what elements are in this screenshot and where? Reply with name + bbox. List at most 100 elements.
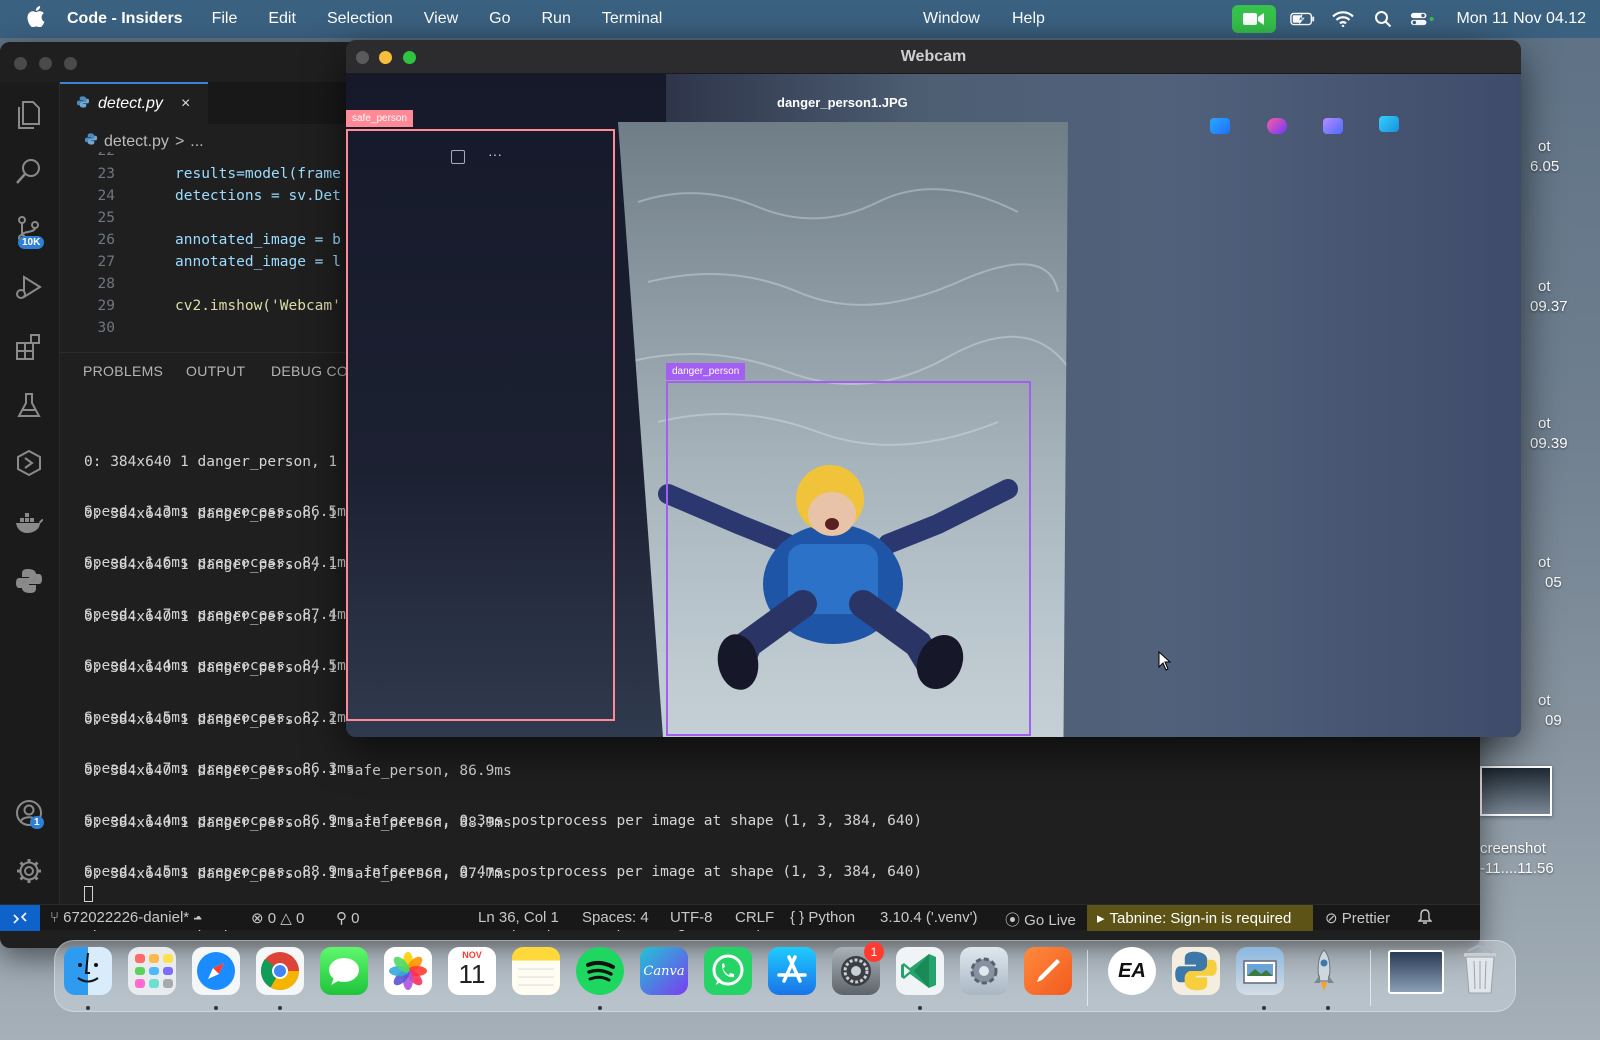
clock[interactable]: Mon 11 Nov 04.12 — [1456, 10, 1586, 28]
desktop-file-label[interactable]: ot — [1538, 278, 1551, 295]
ea-icon[interactable]: EA — [1108, 947, 1156, 995]
desktop-file-label[interactable]: 09 — [1545, 712, 1562, 729]
spotlight-search-icon[interactable] — [1370, 9, 1396, 29]
chrome-icon[interactable] — [256, 947, 304, 995]
ports-count[interactable]: ⚲ 0 — [336, 909, 360, 927]
line-number: 27 — [97, 254, 115, 270]
remote-explorer-icon[interactable] — [14, 448, 46, 480]
battery-icon[interactable] — [1290, 9, 1316, 29]
tab-detect-py[interactable]: detect.py × — [60, 82, 208, 124]
close-window-button[interactable] — [14, 57, 27, 70]
tab-problems[interactable]: PROBLEMS — [83, 363, 163, 379]
problems-count[interactable]: ⊗ 0 △ 0 — [251, 909, 304, 927]
desktop-file-label[interactable]: 6.05 — [1530, 158, 1559, 175]
line-number: 25 — [97, 210, 115, 226]
breadcrumb-file[interactable]: detect.py — [104, 133, 169, 151]
explorer-icon[interactable] — [14, 98, 46, 130]
close-tab-icon[interactable]: × — [181, 95, 190, 113]
breadcrumb-symbol[interactable]: ... — [190, 133, 203, 151]
desktop-file-label[interactable]: 09.37 — [1530, 298, 1568, 315]
canva-wordmark: Canva — [643, 963, 685, 979]
desktop-file-label[interactable]: -11....11.56 — [1480, 860, 1554, 877]
go-live-button[interactable]: ⦿ Go Live — [1005, 909, 1076, 930]
whatsapp-icon[interactable] — [704, 947, 752, 995]
line-number: 30 — [97, 320, 115, 336]
photo-filename: danger_person1.JPG — [777, 95, 908, 110]
prettier-label: Prettier — [1341, 910, 1391, 927]
remote-indicator-icon[interactable] — [0, 905, 40, 931]
menu-terminal[interactable]: Terminal — [602, 10, 662, 28]
search-icon[interactable] — [14, 156, 46, 188]
calendar-icon[interactable]: NOV 11 — [448, 947, 496, 995]
desktop-file-label[interactable]: ot — [1538, 554, 1551, 571]
trash-icon[interactable] — [1456, 944, 1504, 997]
canva-icon[interactable]: Canva — [640, 947, 688, 995]
app-name[interactable]: Code - Insiders — [67, 10, 183, 28]
testing-flask-icon[interactable] — [14, 390, 46, 422]
code-line: 22 — [60, 152, 360, 162]
messages-icon[interactable] — [320, 947, 368, 995]
menu-bar: Code - Insiders File Edit Selection View… — [0, 0, 1600, 38]
menu-selection[interactable]: Selection — [327, 10, 393, 28]
minimize-window-button[interactable] — [39, 57, 52, 70]
cursor-position[interactable]: Ln 36, Col 1 — [478, 909, 559, 926]
menu-window[interactable]: Window — [923, 10, 980, 28]
preview-icon[interactable] — [1236, 947, 1284, 995]
python-app-icon[interactable] — [1172, 947, 1220, 995]
desktop-file-label[interactable]: ot — [1538, 692, 1551, 709]
tabnine-label: Tabnine: Sign-in is required — [1109, 909, 1292, 927]
maximize-window-button[interactable] — [64, 57, 77, 70]
control-center-icon[interactable] — [1410, 9, 1436, 29]
menu-run[interactable]: Run — [542, 10, 571, 28]
source-control-icon[interactable]: 10K — [14, 214, 46, 249]
apple-menu-icon[interactable] — [27, 5, 49, 33]
system-settings-icon[interactable]: 1 — [832, 942, 884, 995]
docker-icon[interactable] — [14, 508, 46, 540]
line-endings[interactable]: CRLF — [735, 909, 774, 926]
menu-help[interactable]: Help — [1012, 10, 1045, 28]
desktop-file-label[interactable]: ot — [1538, 415, 1551, 432]
git-branch[interactable]: ⑂ 672022226-daniel* ☁ — [50, 909, 202, 926]
menu-edit[interactable]: Edit — [268, 10, 296, 28]
menu-file[interactable]: File — [212, 10, 238, 28]
python-icon[interactable] — [14, 566, 46, 598]
menu-go[interactable]: Go — [489, 10, 510, 28]
indentation[interactable]: Spaces: 4 — [582, 909, 649, 926]
finder-icon[interactable] — [64, 947, 112, 995]
launchpad-icon[interactable] — [128, 947, 176, 995]
wifi-icon[interactable] — [1330, 9, 1356, 29]
encoding[interactable]: UTF-8 — [670, 909, 713, 926]
accounts-icon[interactable]: 1 — [14, 798, 46, 830]
vscode-insiders-icon[interactable] — [896, 947, 944, 995]
tab-output[interactable]: OUTPUT — [186, 363, 245, 379]
settings-gear-icon[interactable] — [14, 856, 46, 888]
language-mode[interactable]: { } Python — [790, 909, 855, 926]
captured-app-icon — [1267, 118, 1287, 134]
app-store-icon[interactable] — [768, 947, 816, 995]
downloads-stack-icon[interactable] — [1388, 950, 1444, 994]
tab-debug-console[interactable]: DEBUG CO — [271, 363, 348, 379]
desktop-file-label[interactable]: creenshot — [1480, 840, 1546, 857]
prettier-status[interactable]: ⊘ Prettier — [1325, 909, 1390, 927]
desktop-file-label[interactable]: 05 — [1545, 574, 1562, 591]
python-launcher-icon[interactable] — [960, 947, 1008, 995]
notes-icon[interactable] — [512, 947, 560, 995]
python-interpreter[interactable]: 3.10.4 ('.venv') — [880, 909, 977, 926]
camera-in-use-icon[interactable] — [1232, 5, 1277, 33]
screenshot-thumbnail[interactable] — [1480, 766, 1552, 816]
rocket-app-icon[interactable] — [1300, 947, 1348, 995]
tabnine-status[interactable]: ▸ Tabnine: Sign-in is required — [1087, 905, 1313, 931]
safari-icon[interactable] — [192, 947, 240, 995]
terminal-line: 0: 384x640 1 danger_person, 1 s — [84, 608, 355, 625]
desktop-file-label[interactable]: 09.39 — [1530, 435, 1568, 452]
line-number: 23 — [97, 166, 115, 182]
desktop-file-label[interactable]: ot — [1538, 138, 1551, 155]
photos-icon[interactable] — [384, 947, 432, 995]
pen-app-icon[interactable] — [1024, 947, 1072, 995]
spotify-icon[interactable] — [576, 947, 624, 995]
extensions-icon[interactable] — [14, 332, 46, 364]
notifications-bell-icon[interactable] — [1417, 909, 1433, 929]
running-indicator — [598, 1006, 602, 1010]
run-debug-icon[interactable] — [14, 272, 46, 304]
menu-view[interactable]: View — [424, 10, 458, 28]
